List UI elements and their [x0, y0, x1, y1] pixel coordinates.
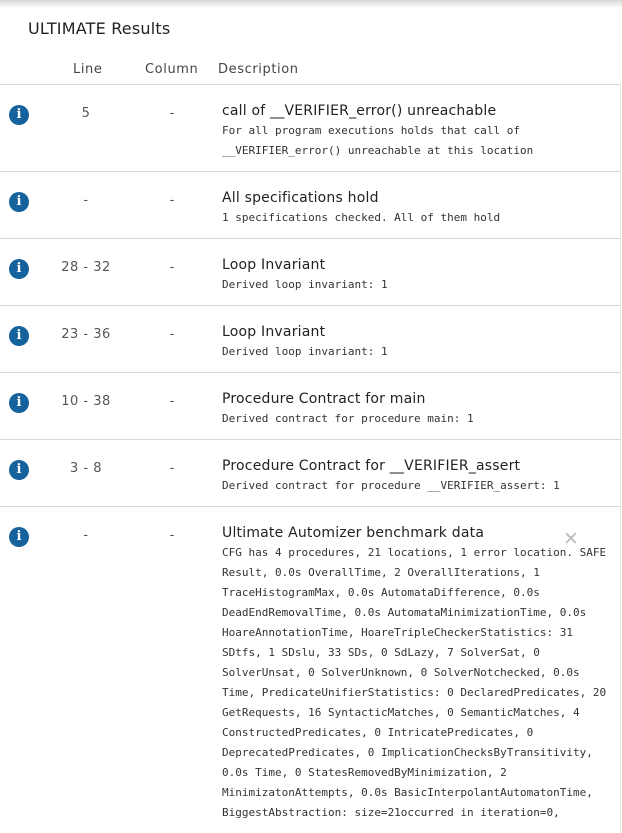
result-column: -	[169, 394, 175, 409]
result-column: -	[169, 528, 175, 543]
result-title: Procedure Contract for main	[222, 391, 426, 407]
result-row[interactable]: i - - All specifications hold 1 specific…	[0, 171, 621, 238]
result-description: All specifications hold 1 specifications…	[222, 172, 620, 238]
result-column: -	[169, 193, 175, 208]
top-shadow	[0, 0, 622, 8]
result-title: call of __VERIFIER_error() unreachable	[222, 103, 497, 119]
info-icon[interactable]: i	[9, 393, 29, 413]
info-icon[interactable]: i	[9, 460, 29, 480]
result-line: -	[83, 193, 89, 208]
result-column: -	[169, 461, 175, 476]
panel-title: ULTIMATE Results	[28, 19, 171, 38]
result-description: Loop Invariant Derived loop invariant: 1	[222, 239, 620, 305]
result-line: 10 - 38	[61, 394, 111, 409]
column-header-line: Line	[73, 62, 103, 77]
result-description: Ultimate Automizer benchmark data CFG ha…	[222, 507, 620, 833]
result-title: Ultimate Automizer benchmark data	[222, 525, 485, 541]
info-icon[interactable]: i	[9, 326, 29, 346]
info-icon[interactable]: i	[9, 259, 29, 279]
info-icon[interactable]: i	[9, 527, 29, 547]
result-text: Derived loop invariant: 1	[222, 278, 388, 291]
result-title: Loop Invariant	[222, 324, 326, 340]
column-header-description: Description	[218, 62, 299, 77]
result-text: 1 specifications checked. All of them ho…	[222, 211, 501, 224]
result-text: Derived contract for procedure __VERIFIE…	[222, 479, 560, 492]
result-row[interactable]: i 10 - 38 - Procedure Contract for main …	[0, 372, 621, 439]
results-table-header: Line Column Description	[0, 62, 622, 82]
result-column: -	[169, 260, 175, 275]
result-column: -	[169, 106, 175, 121]
result-title: Loop Invariant	[222, 257, 326, 273]
result-text: Derived contract for procedure main: 1	[222, 412, 474, 425]
result-row[interactable]: i 28 - 32 - Loop Invariant Derived loop …	[0, 238, 621, 305]
results-table: i 5 - call of __VERIFIER_error() unreach…	[0, 84, 622, 833]
result-text: For all program executions holds that ca…	[222, 124, 534, 157]
result-text: CFG has 4 procedures, 21 locations, 1 er…	[222, 546, 607, 819]
result-line: 3 - 8	[70, 461, 102, 476]
result-description: Procedure Contract for main Derived cont…	[222, 373, 620, 439]
result-line: 5	[81, 106, 91, 121]
result-text: Derived loop invariant: 1	[222, 345, 388, 358]
result-title: Procedure Contract for __VERIFIER_assert	[222, 458, 521, 474]
result-description: call of __VERIFIER_error() unreachable F…	[222, 85, 620, 171]
result-line: 28 - 32	[61, 260, 111, 275]
result-line: -	[83, 528, 89, 543]
result-title: All specifications hold	[222, 190, 379, 206]
result-row[interactable]: i - - ✕ Ultimate Automizer benchmark dat…	[0, 506, 621, 833]
close-icon[interactable]: ✕	[563, 529, 579, 549]
info-icon[interactable]: i	[9, 192, 29, 212]
result-row[interactable]: i 23 - 36 - Loop Invariant Derived loop …	[0, 305, 621, 372]
info-icon[interactable]: i	[9, 105, 29, 125]
result-column: -	[169, 327, 175, 342]
result-description: Loop Invariant Derived loop invariant: 1	[222, 306, 620, 372]
column-header-column: Column	[145, 62, 199, 77]
result-row[interactable]: i 5 - call of __VERIFIER_error() unreach…	[0, 84, 621, 171]
result-line: 23 - 36	[61, 327, 111, 342]
result-description: Procedure Contract for __VERIFIER_assert…	[222, 440, 620, 506]
result-row[interactable]: i 3 - 8 - Procedure Contract for __VERIF…	[0, 439, 621, 506]
